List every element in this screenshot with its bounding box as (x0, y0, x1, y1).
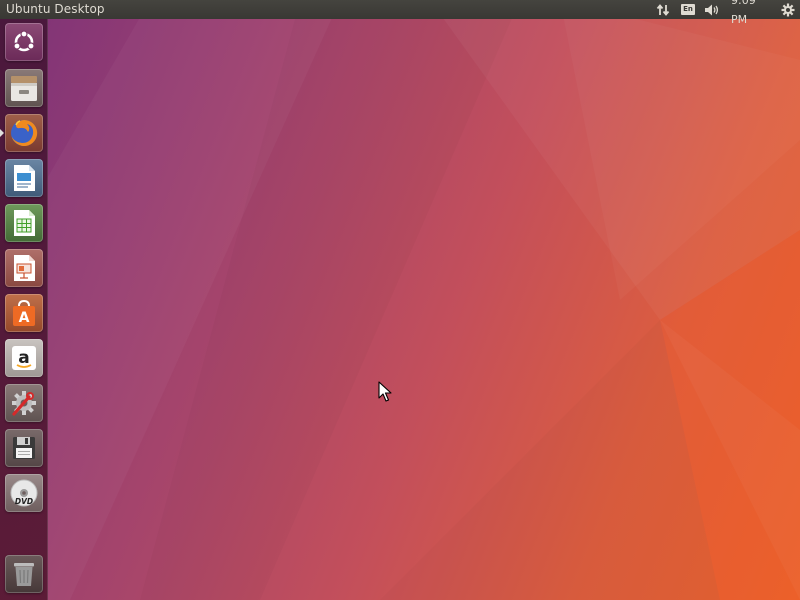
launcher-dvd[interactable]: DVD (5, 474, 43, 512)
settings-wrench-icon (12, 391, 36, 416)
launcher-files[interactable] (5, 69, 43, 107)
document-icon (14, 165, 35, 191)
launcher-writer[interactable] (5, 159, 43, 197)
desktop-wallpaper (0, 0, 800, 600)
running-indicator (0, 129, 4, 137)
launcher-impress[interactable] (5, 249, 43, 287)
launcher-calc[interactable] (5, 204, 43, 242)
panel-title: Ubuntu Desktop (6, 2, 105, 16)
trash-icon (14, 563, 34, 586)
dvd-icon: DVD (10, 479, 38, 507)
amazon-icon: a (12, 346, 36, 370)
launcher-software[interactable]: A (5, 294, 43, 332)
top-panel: Ubuntu Desktop En 9:09 PM (0, 0, 800, 26)
keyboard-layout-label: En (681, 4, 695, 15)
launcher-trash[interactable] (5, 555, 43, 593)
ubuntu-logo-icon (13, 30, 35, 52)
floppy-icon (13, 437, 35, 459)
system-gear-icon[interactable] (779, 0, 797, 19)
software-letter: A (19, 310, 30, 326)
launcher-dash-home[interactable] (5, 23, 43, 61)
presentation-icon (14, 255, 35, 281)
network-icon[interactable] (654, 0, 672, 19)
clock[interactable]: 9:09 PM (731, 0, 773, 26)
volume-icon[interactable] (702, 0, 722, 19)
launcher: A a DVD (0, 19, 48, 600)
firefox-icon (11, 119, 38, 146)
launcher-system-settings[interactable] (5, 384, 43, 422)
wallpaper-shapes (430, 0, 800, 600)
software-bag-icon: A (13, 299, 35, 326)
keyboard-layout-indicator[interactable]: En (679, 0, 697, 19)
dvd-label: DVD (15, 497, 33, 506)
launcher-amazon[interactable]: a (5, 339, 43, 377)
amazon-letter: a (18, 348, 29, 368)
spreadsheet-icon (14, 210, 35, 236)
launcher-floppy[interactable] (5, 429, 43, 467)
launcher-firefox[interactable] (5, 114, 43, 152)
mouse-cursor (378, 381, 392, 407)
file-cabinet-icon (11, 76, 37, 101)
